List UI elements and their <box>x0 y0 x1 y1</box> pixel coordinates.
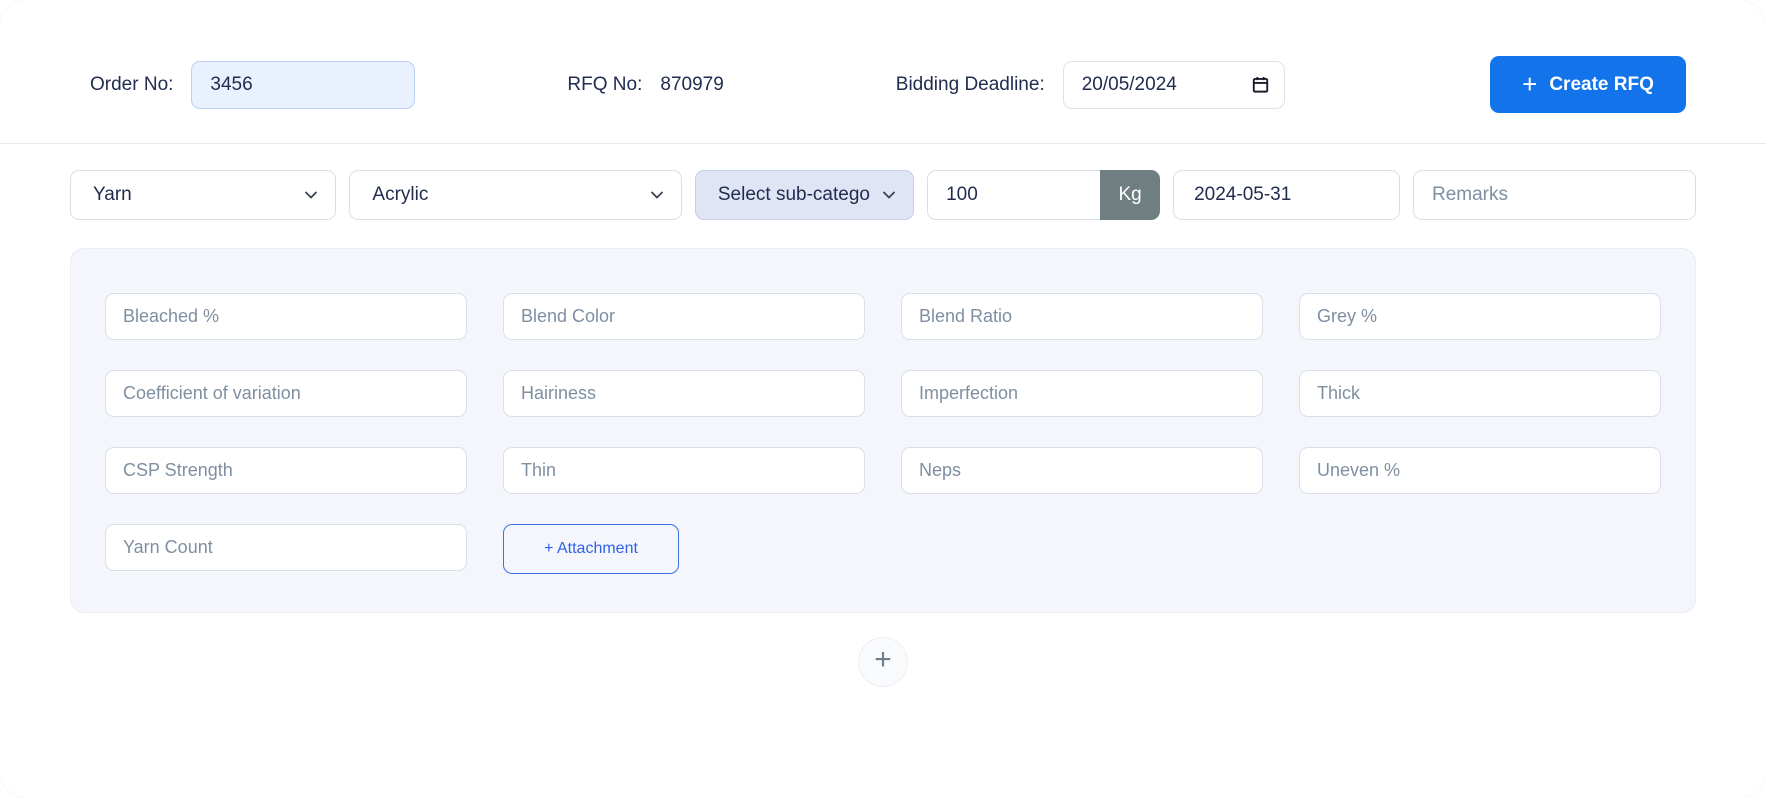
spec-input-thick[interactable] <box>1299 370 1661 417</box>
quantity-group: Kg <box>927 170 1160 220</box>
header-row: Order No: RFQ No: 870979 Bidding Deadlin… <box>0 0 1766 113</box>
add-row-wrap: + <box>0 637 1766 687</box>
create-rfq-label: Create RFQ <box>1549 74 1654 96</box>
rfq-no-value: 870979 <box>660 74 723 96</box>
product-select[interactable]: Acrylic <box>349 170 681 220</box>
spec-input-thin[interactable] <box>503 447 865 494</box>
item-date-input[interactable]: 2024-05-31 <box>1173 170 1400 220</box>
unit-addon: Kg <box>1100 170 1160 220</box>
calendar-icon <box>1251 75 1270 94</box>
spec-input-hairiness[interactable] <box>503 370 865 417</box>
create-rfq-button[interactable]: + Create RFQ <box>1490 56 1686 113</box>
item-date-value: 2024-05-31 <box>1194 184 1291 206</box>
chevron-down-icon <box>881 187 897 203</box>
bidding-deadline-value: 20/05/2024 <box>1082 74 1177 96</box>
add-row-button[interactable]: + <box>858 637 908 687</box>
product-selected-value: Acrylic <box>372 184 428 206</box>
spec-input-yarn-count[interactable] <box>105 524 467 571</box>
subcategory-select[interactable]: Select sub-catego <box>695 170 914 220</box>
spec-card: + Attachment <box>70 248 1696 613</box>
rfq-no-group: RFQ No: 870979 <box>567 74 723 96</box>
spec-grid: + Attachment <box>105 293 1661 574</box>
spec-input-coefficient-of-variation[interactable] <box>105 370 467 417</box>
order-no-input[interactable] <box>191 61 415 109</box>
category-selected-value: Yarn <box>93 184 132 206</box>
spec-input-blend-ratio[interactable] <box>901 293 1263 340</box>
spec-input-csp-strength[interactable] <box>105 447 467 494</box>
rfq-create-page: Order No: RFQ No: 870979 Bidding Deadlin… <box>0 0 1766 798</box>
quantity-input[interactable] <box>927 170 1100 220</box>
plus-icon: + <box>874 645 892 675</box>
bidding-deadline-group: Bidding Deadline: 20/05/2024 <box>896 61 1285 109</box>
bidding-deadline-label: Bidding Deadline: <box>896 74 1045 96</box>
chevron-down-icon <box>649 187 665 203</box>
spec-input-neps[interactable] <box>901 447 1263 494</box>
order-no-group: Order No: <box>90 61 415 109</box>
item-row: Yarn Acrylic Select sub-catego Kg 2024-0… <box>0 144 1766 220</box>
spec-input-blend-color[interactable] <box>503 293 865 340</box>
remarks-input[interactable] <box>1413 170 1696 220</box>
rfq-no-label: RFQ No: <box>567 74 642 96</box>
subcategory-placeholder: Select sub-catego <box>718 184 870 206</box>
order-no-label: Order No: <box>90 74 173 96</box>
spec-input-uneven[interactable] <box>1299 447 1661 494</box>
bidding-deadline-input[interactable]: 20/05/2024 <box>1063 61 1285 109</box>
plus-icon: + <box>1522 71 1537 97</box>
chevron-down-icon <box>303 187 319 203</box>
category-select[interactable]: Yarn <box>70 170 336 220</box>
spec-input-imperfection[interactable] <box>901 370 1263 417</box>
spec-input-grey[interactable] <box>1299 293 1661 340</box>
spec-input-bleached[interactable] <box>105 293 467 340</box>
attachment-button[interactable]: + Attachment <box>503 524 679 574</box>
